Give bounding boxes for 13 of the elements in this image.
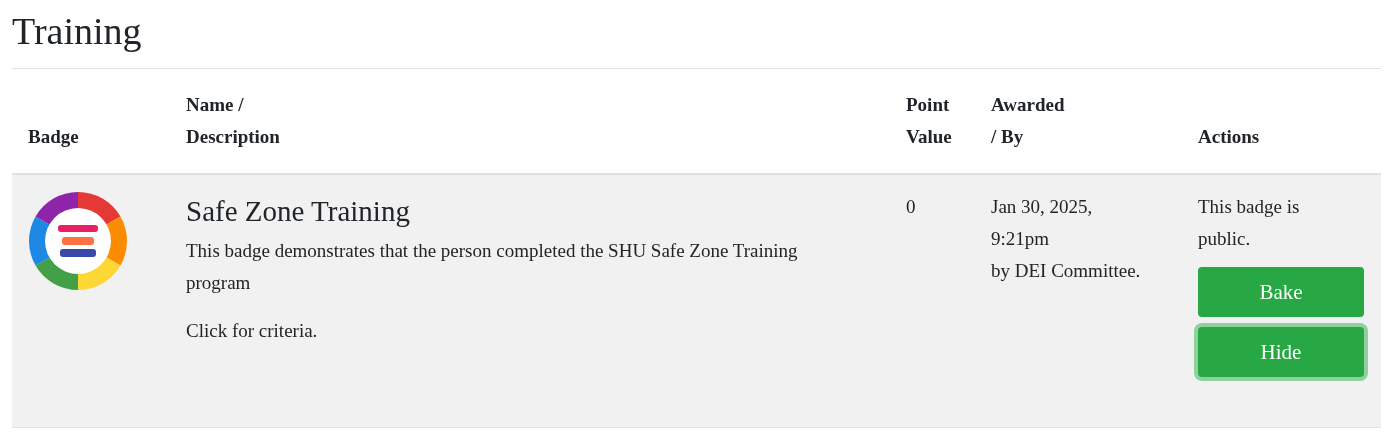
column-header: Name / Description [186,92,280,149]
badge-description: This badge demonstrates that the person completed the SHU Safe Zone Training program [186,238,799,295]
column-header: Actions [1198,124,1260,149]
column-header: Point Value [906,92,952,149]
point-value: 0 [906,195,916,217]
criteria-link[interactable]: Click for criteria. [186,319,318,341]
column-header: Awarded / By [991,92,1065,149]
column-header: Badge [28,124,79,149]
action-button[interactable]: Bake [1198,266,1364,317]
badge-name: Safe Zone Training [186,194,410,227]
visibility-text: This badge is public. [1198,194,1301,251]
page-title: Training [12,9,142,54]
awarded-by: by DEI Committee. [991,258,1142,283]
